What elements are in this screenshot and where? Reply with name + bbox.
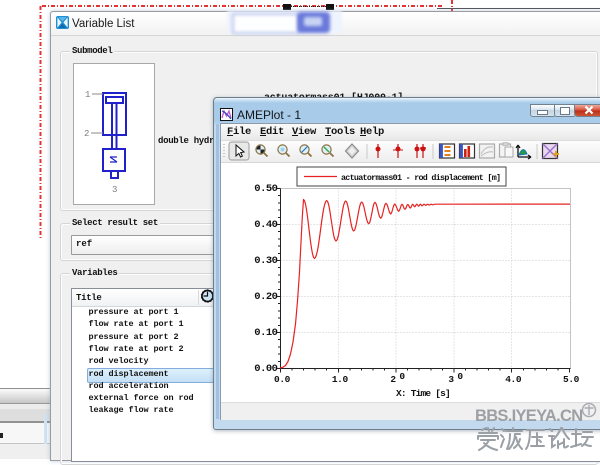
svg-text:1: 1 [85,90,90,100]
svg-text:1.0: 1.0 [332,374,349,385]
svg-text:0.40: 0.40 [254,219,277,231]
svg-text:0.30: 0.30 [254,255,277,267]
svg-text:X: Time [s]: X: Time [s] [396,388,450,399]
svg-text:3: 3 [448,374,454,385]
svg-text:2: 2 [390,374,396,385]
svg-text:actuatormass01 - rod displacem: actuatormass01 - rod displacement [m] [341,173,500,183]
svg-text:0.50: 0.50 [254,183,277,195]
svg-text:0: 0 [457,371,463,382]
svg-text:5.0: 5.0 [563,374,580,385]
svg-text:0.20: 0.20 [254,291,277,303]
svg-text:0: 0 [399,371,405,382]
svg-text:2: 2 [84,129,89,139]
svg-text:0.0: 0.0 [274,374,291,385]
svg-text:0.10: 0.10 [254,327,277,339]
svg-text:4.0: 4.0 [505,374,522,385]
svg-text:3: 3 [112,185,117,195]
